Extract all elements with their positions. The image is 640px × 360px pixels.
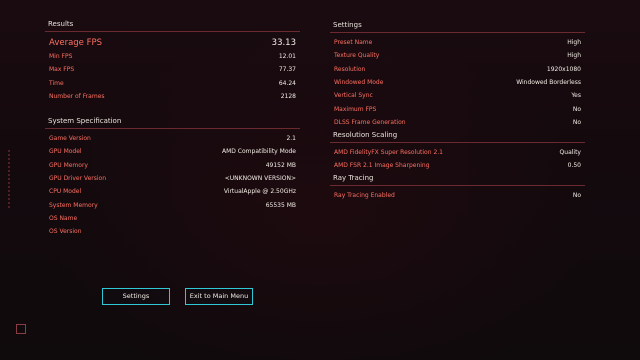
row-label: Maximum FPS [334,105,377,113]
row-value: High [567,52,581,60]
row-value: No [572,118,581,126]
row-label: Max FPS [49,66,75,74]
row-value: <UNKNOWN VERSION> [224,175,296,183]
row-label: Preset Name [334,39,373,47]
row-label: Number of Frames [49,93,105,101]
row-value: 2128 [280,93,296,101]
row-label: Resolution [334,65,366,73]
row-value: 12.01 [278,53,296,61]
side-decoration [8,150,10,210]
row-label: Time [49,79,64,87]
system-row: GPU Model AMD Compatibility Mode [45,145,300,158]
row-value: 0.50 [567,162,581,170]
settings-row: Windowed Mode Windowed Borderless [330,76,585,89]
settings-title: Settings [330,21,585,33]
row-label: Windowed Mode [334,79,384,87]
exit-to-main-menu-button[interactable]: Exit to Main Menu [185,288,253,305]
settings-row: Preset Name High [330,36,585,49]
row-value: No [572,105,581,113]
row-value: 49152 MB [265,161,296,169]
system-row: GPU Memory 49152 MB [45,159,300,172]
row-value: 33.13 [271,37,296,48]
row-value: 65535 MB [265,201,296,209]
scaling-row: AMD FSR 2.1 Image Sharpening 0.50 [330,159,585,172]
row-value: 1920x1080 [546,65,581,73]
row-value: Windowed Borderless [516,79,581,87]
raytracing-panel: Ray Tracing Ray Tracing Enabled No [330,174,585,202]
system-panel: System Specification Game Version 2.1 GPU… [45,117,300,238]
system-row: Game Version 2.1 [45,132,300,145]
row-label: OS Version [49,228,82,236]
row-value: 2.1 [286,135,296,143]
scaling-title: Resolution Scaling [330,131,585,143]
settings-row: DLSS Frame Generation No [330,116,585,129]
row-label: Vertical Sync [334,92,373,100]
row-label: Ray Tracing Enabled [334,192,395,200]
row-label: System Memory [49,201,98,209]
row-label: Average FPS [49,37,103,48]
row-label: Min FPS [49,53,73,61]
row-label: CPU Model [49,188,82,196]
system-row: CPU Model VirtualApple @ 2.50GHz [45,185,300,198]
row-value: High [567,39,581,47]
raytracing-title: Ray Tracing [330,174,585,186]
system-row: OS Name [45,212,300,225]
system-row: OS Version [45,225,300,238]
results-row-max-fps: Max FPS 77.37 [45,63,300,76]
row-label: AMD FidelityFX Super Resolution 2.1 [334,149,443,157]
row-label: GPU Driver Version [49,175,106,183]
row-value: Yes [571,92,581,100]
scaling-row: AMD FidelityFX Super Resolution 2.1 Quali… [330,146,585,159]
row-value: No [572,192,581,200]
row-value: VirtualApple @ 2.50GHz [223,188,296,196]
raytracing-row: Ray Tracing Enabled No [330,189,585,202]
settings-button[interactable]: Settings [102,288,170,305]
row-value: AMD Compatibility Mode [222,148,296,156]
system-row: System Memory 65535 MB [45,198,300,211]
row-label: DLSS Frame Generation [334,118,406,126]
settings-row: Resolution 1920x1080 [330,63,585,76]
row-value: 77.37 [278,66,296,74]
settings-row: Vertical Sync Yes [330,89,585,102]
scaling-panel: Resolution Scaling AMD FidelityFX Super … [330,131,585,173]
row-value: Quality [559,149,581,157]
system-row: GPU Driver Version <UNKNOWN VERSION> [45,172,300,185]
row-label: GPU Memory [49,161,88,169]
logo-icon [16,324,26,334]
row-label: Texture Quality [334,52,380,60]
row-label: OS Name [49,214,78,222]
results-row-frames: Number of Frames 2128 [45,90,300,103]
settings-row: Texture Quality High [330,49,585,62]
settings-row: Maximum FPS No [330,102,585,115]
row-label: AMD FSR 2.1 Image Sharpening [334,162,430,170]
settings-panel: Settings Preset Name High Texture Quality… [330,21,585,129]
results-row-average-fps: Average FPS 33.13 [45,35,300,50]
results-row-time: Time 64.24 [45,77,300,90]
row-value: 64.24 [278,79,296,87]
results-panel: Results Average FPS 33.13 Min FPS 12.01 … [45,20,300,103]
row-label: GPU Model [49,148,82,156]
results-row-min-fps: Min FPS 12.01 [45,50,300,63]
row-label: Game Version [49,135,91,143]
results-title: Results [45,20,300,32]
system-title: System Specification [45,117,300,129]
